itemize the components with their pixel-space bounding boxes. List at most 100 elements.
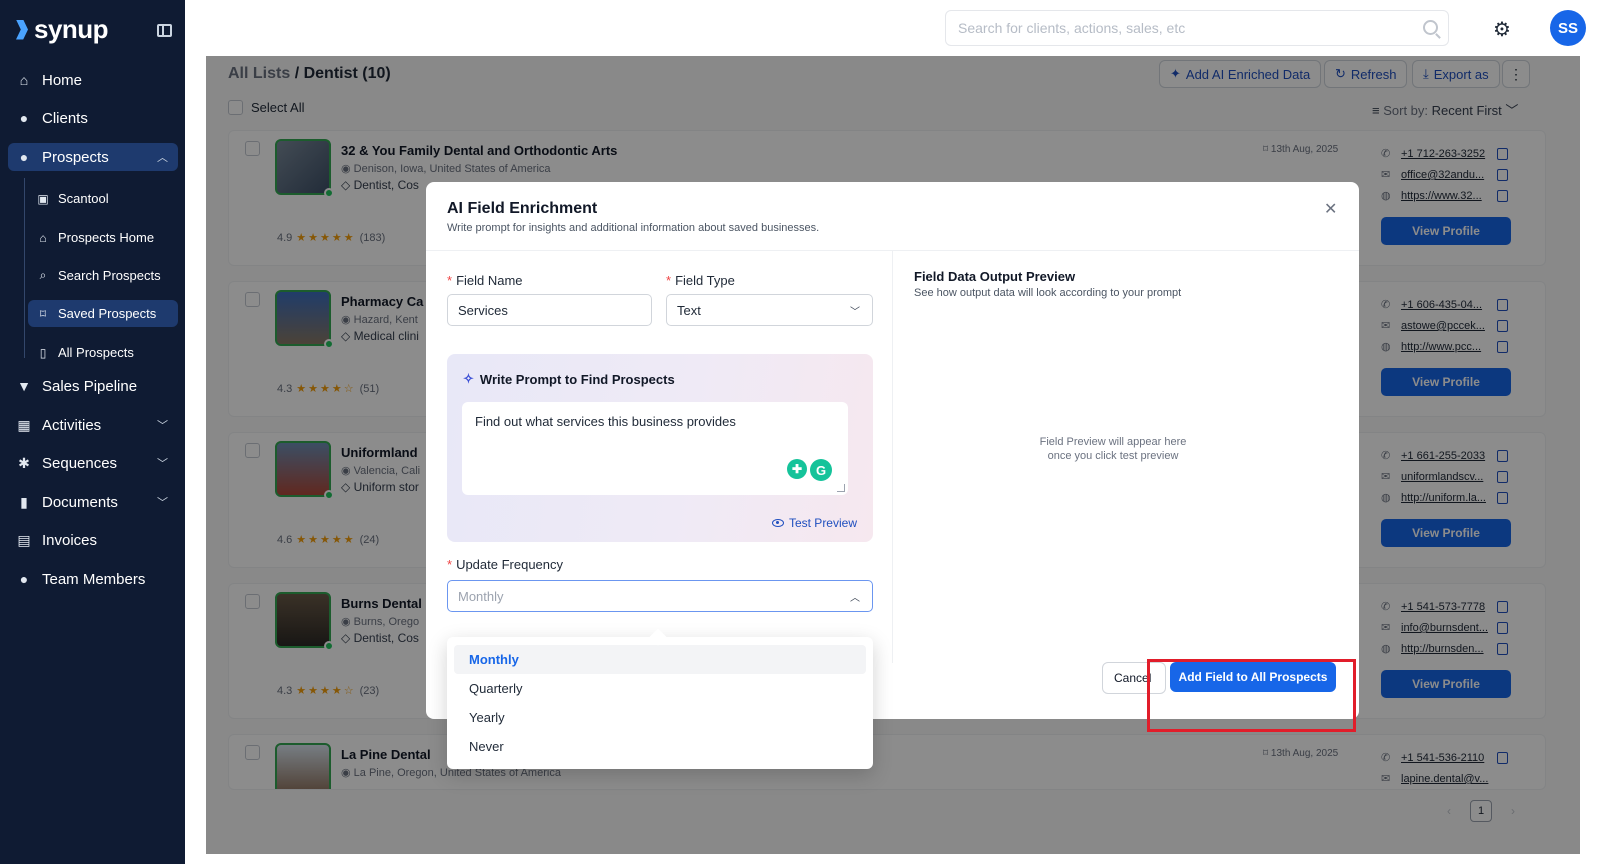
sidebar-item-label: Clients <box>42 109 88 127</box>
settings-gear-icon[interactable]: ⚙ <box>1493 17 1511 42</box>
preview-subtitle: See how output data will look according … <box>914 287 1182 299</box>
sidebar-subitem-label: All Prospects <box>58 345 134 360</box>
synup-logo[interactable]: synup <box>16 14 109 45</box>
chevron-up-icon: ︿ <box>850 592 860 604</box>
sidebar-subitem-prospects-home[interactable]: ⌂ Prospects Home <box>28 224 178 251</box>
required-marker: * <box>666 273 672 288</box>
option-never[interactable]: Never <box>454 732 866 761</box>
modal-vertical-divider <box>892 251 893 663</box>
app-window: synup ⌂ Home ● Clients ● Prospects ︿ ▣ S… <box>0 0 1600 864</box>
sidebar-item-sequences[interactable]: ✱ Sequences ﹀ <box>8 449 178 477</box>
chevron-up-icon: ︿ <box>157 152 168 164</box>
search-icon: ⌕ <box>39 268 47 282</box>
invoice-icon: ▤ <box>17 531 31 548</box>
sidebar-subitem-label: Search Prospects <box>58 268 161 283</box>
grammarly-icon[interactable]: G <box>810 459 832 481</box>
update-frequency-label-text: Update Frequency <box>456 557 564 572</box>
update-frequency-placeholder: Monthly <box>458 588 504 604</box>
home-icon: ⌂ <box>39 230 47 245</box>
field-type-label: * Field Type <box>666 273 735 288</box>
search-icon <box>1423 20 1438 35</box>
sidebar-item-invoices[interactable]: ▤ Invoices <box>8 526 178 554</box>
calendar-icon: ▦ <box>17 416 31 433</box>
sidebar-item-documents[interactable]: ▮ Documents ﹀ <box>8 488 178 516</box>
resize-handle-icon[interactable] <box>837 484 845 492</box>
chevron-down-icon: ﹀ <box>157 497 168 509</box>
sidebar-item-label: Home <box>42 71 83 89</box>
sidebar-item-label: Activities <box>42 416 102 434</box>
sidebar-item-label: Prospects <box>42 148 109 166</box>
preview-empty-state: Field Preview will appear here once you … <box>1013 435 1213 463</box>
sidebar-subitem-scantool[interactable]: ▣ Scantool <box>28 185 178 212</box>
sidebar-item-label: Documents <box>42 493 118 511</box>
field-type-label-text: Field Type <box>675 273 735 288</box>
search-placeholder: Search for clients, actions, sales, etc <box>958 20 1186 36</box>
sidebar-item-label: Sales Pipeline <box>42 377 138 395</box>
chevron-down-icon: ﹀ <box>157 420 168 432</box>
sidebar-subitem-label: Saved Prospects <box>58 306 157 321</box>
sidebar: synup ⌂ Home ● Clients ● Prospects ︿ ▣ S… <box>0 0 185 864</box>
modal-title: AI Field Enrichment <box>447 200 598 217</box>
update-frequency-select[interactable]: Monthly ︿ <box>447 580 873 612</box>
sidebar-item-team-members[interactable]: ● Team Members <box>8 565 178 593</box>
field-name-input[interactable]: Services <box>447 294 652 326</box>
sidebar-item-label: Team Members <box>42 570 146 588</box>
submenu-line <box>24 178 25 358</box>
field-name-label-text: Field Name <box>456 273 523 288</box>
synup-logo-icon <box>16 18 30 42</box>
sidebar-item-sales-pipeline[interactable]: ▼ Sales Pipeline <box>8 372 178 400</box>
book-icon: ▯ <box>39 345 47 360</box>
sidebar-item-label: Sequences <box>42 454 118 472</box>
topbar: Search for clients, actions, sales, etc … <box>185 0 1600 56</box>
scan-icon: ▣ <box>37 191 49 206</box>
document-icon: ▮ <box>20 493 28 510</box>
eye-icon <box>771 519 784 527</box>
user-icon: ● <box>19 110 29 126</box>
funnel-icon: ▼ <box>17 378 31 394</box>
option-yearly[interactable]: Yearly <box>454 703 866 732</box>
preview-title: Field Data Output Preview <box>914 269 1076 284</box>
prompt-section: ✧ Write Prompt to Find Prospects Find ou… <box>447 354 873 542</box>
sidebar-item-activities[interactable]: ▦ Activities ﹀ <box>8 411 178 439</box>
sidebar-collapse-icon[interactable] <box>157 24 172 37</box>
gear-icon: ✱ <box>18 454 30 471</box>
preview-empty-line: Field Preview will appear here <box>1039 436 1187 448</box>
home-icon: ⌂ <box>19 72 29 88</box>
field-type-select[interactable]: Text ﹀ <box>666 294 873 326</box>
prompt-text: Find out what services this business pro… <box>475 414 736 429</box>
user-avatar[interactable]: SS <box>1550 10 1586 46</box>
highlight-box <box>1147 659 1356 732</box>
close-icon[interactable]: ✕ <box>1324 199 1337 219</box>
option-quarterly[interactable]: Quarterly <box>454 674 866 703</box>
sidebar-subitem-saved-prospects[interactable]: ⌑ Saved Prospects <box>28 300 178 327</box>
option-monthly[interactable]: Monthly <box>454 645 866 674</box>
sidebar-subitem-label: Prospects Home <box>58 230 155 245</box>
sidebar-item-clients[interactable]: ● Clients <box>8 104 178 132</box>
required-marker: * <box>447 557 453 572</box>
sidebar-subitem-label: Scantool <box>58 191 109 206</box>
modal-subtitle: Write prompt for insights and additional… <box>447 222 820 234</box>
prompt-title-text: Write Prompt to Find Prospects <box>479 371 675 387</box>
bookmark-icon: ⌑ <box>39 306 47 321</box>
grammarly-suggestion-icon[interactable]: ✚ <box>787 459 807 479</box>
sidebar-subitem-search-prospects[interactable]: ⌕ Search Prospects <box>28 262 178 289</box>
sidebar-item-home[interactable]: ⌂ Home <box>8 66 178 94</box>
sparkle-icon: ✧ <box>463 371 474 386</box>
grammarly-widget[interactable]: ✚ G <box>787 459 832 481</box>
chevron-down-icon: ﹀ <box>850 306 860 318</box>
sidebar-subitem-all-prospects[interactable]: ▯ All Prospects <box>28 339 178 366</box>
test-preview-link[interactable]: Test Preview <box>771 516 857 530</box>
field-name-label: * Field Name <box>447 273 523 288</box>
test-preview-label: Test Preview <box>788 516 857 530</box>
sidebar-item-prospects[interactable]: ● Prospects ︿ <box>8 143 178 171</box>
chevron-down-icon: ﹀ <box>157 458 168 470</box>
required-marker: * <box>447 273 453 288</box>
sidebar-item-label: Invoices <box>42 531 98 549</box>
preview-empty-line: once you click test preview <box>1047 450 1179 462</box>
prompt-textarea[interactable]: Find out what services this business pro… <box>462 402 848 495</box>
global-search-input[interactable]: Search for clients, actions, sales, etc <box>945 10 1449 46</box>
update-frequency-label: * Update Frequency <box>447 557 563 572</box>
team-icon: ● <box>19 571 29 587</box>
users-icon: ● <box>19 149 29 165</box>
brand-name: synup <box>34 14 109 44</box>
